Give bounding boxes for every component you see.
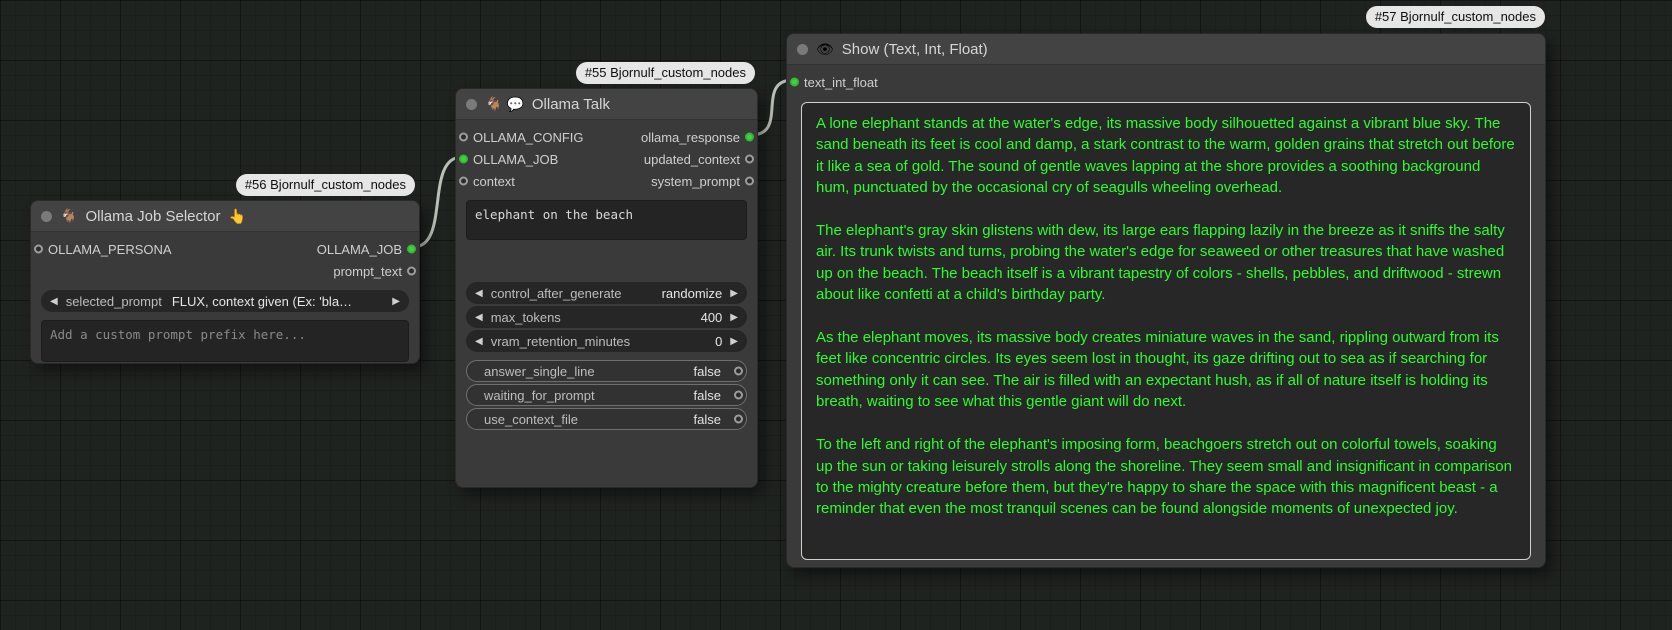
node-id-badge-55: #55 Bjornulf_custom_nodes xyxy=(576,62,755,84)
node-header[interactable]: 👁 Show (Text, Int, Float) xyxy=(787,34,1545,65)
combo-right-arrow-icon[interactable]: ▶ xyxy=(392,296,400,307)
use-context-file-toggle[interactable]: use_context_file false xyxy=(466,408,747,430)
combo-value: 400 xyxy=(701,310,723,325)
input-port-ollama-job[interactable] xyxy=(459,155,468,164)
output-label-prompt-text: prompt_text xyxy=(333,264,402,279)
node-ollama-talk[interactable]: 🐐 💬 Ollama Talk OLLAMA_CONFIG ollama_res… xyxy=(455,88,758,488)
toggle-label: use_context_file xyxy=(484,412,578,427)
combo-value: randomize xyxy=(662,286,723,301)
node-ollama-job-selector[interactable]: 🐐 Ollama Job Selector 👆 OLLAMA_PERSONA O… xyxy=(30,200,420,364)
toggle-value: false xyxy=(694,388,721,403)
output-port-prompt-text[interactable] xyxy=(407,267,416,276)
eye-icon: 👁 xyxy=(816,42,834,56)
combo-label: vram_retention_minutes xyxy=(491,334,630,349)
combo-left-arrow-icon[interactable]: ◀ xyxy=(475,288,483,299)
node-graph-canvas[interactable]: #56 Bjornulf_custom_nodes #55 Bjornulf_c… xyxy=(0,0,1672,630)
toggle-value: false xyxy=(694,412,721,427)
control-after-generate-combo[interactable]: ◀ control_after_generate randomize ▶ xyxy=(466,282,747,304)
node-id-badge-56: #56 Bjornulf_custom_nodes xyxy=(236,174,415,196)
input-port-context[interactable] xyxy=(459,177,468,186)
input-label-context: context xyxy=(473,174,515,189)
input-label-ollama-persona: OLLAMA_PERSONA xyxy=(48,242,172,257)
collapse-dot-icon[interactable] xyxy=(41,211,52,222)
node-empty-space xyxy=(456,240,757,280)
widget-input-dot-icon[interactable] xyxy=(734,391,743,400)
show-text-output[interactable]: A lone elephant stands at the water's ed… xyxy=(801,102,1531,560)
waiting-for-prompt-toggle[interactable]: waiting_for_prompt false xyxy=(466,384,747,406)
max-tokens-stepper[interactable]: ◀ max_tokens 400 ▶ xyxy=(466,306,747,328)
combo-right-arrow-icon[interactable]: ▶ xyxy=(730,336,738,347)
node-title: Ollama Job Selector xyxy=(85,208,220,225)
node-title: Ollama Talk xyxy=(532,96,610,113)
port-list: OLLAMA_CONFIG ollama_response OLLAMA_JOB… xyxy=(456,126,757,192)
widget-input-dot-icon[interactable] xyxy=(734,367,743,376)
node-header[interactable]: 🐐 Ollama Job Selector 👆 xyxy=(31,201,419,232)
port-list: text_int_float xyxy=(787,71,1545,93)
combo-value: FLUX, context given (Ex: 'bla… xyxy=(172,294,384,309)
node-show-text-int-float[interactable]: 👁 Show (Text, Int, Float) text_int_float… xyxy=(786,33,1546,568)
speech-balloon-icon: 💬 xyxy=(506,97,523,111)
input-label-ollama-config: OLLAMA_CONFIG xyxy=(473,130,584,145)
port-row: context system_prompt xyxy=(456,170,757,192)
input-port-text-int-float[interactable] xyxy=(790,78,799,87)
combo-value: 0 xyxy=(715,334,722,349)
node-title: Show (Text, Int, Float) xyxy=(842,41,988,58)
port-row: prompt_text xyxy=(31,260,419,282)
combo-left-arrow-icon[interactable]: ◀ xyxy=(475,336,483,347)
prompt-textarea[interactable]: elephant on the beach xyxy=(466,200,747,240)
collapse-dot-icon[interactable] xyxy=(797,44,808,55)
combo-label: selected_prompt xyxy=(66,294,162,309)
toggle-value: false xyxy=(694,364,721,379)
input-label-ollama-job: OLLAMA_JOB xyxy=(473,152,558,167)
output-label-updated-context: updated_context xyxy=(644,152,740,167)
output-label-system-prompt: system_prompt xyxy=(651,174,740,189)
output-label-ollama-response: ollama_response xyxy=(641,130,740,145)
goat-icon: 🐐 xyxy=(485,97,502,111)
goat-icon: 🐐 xyxy=(60,209,77,223)
combo-left-arrow-icon[interactable]: ◀ xyxy=(50,296,58,307)
toggle-label: answer_single_line xyxy=(484,364,595,379)
combo-right-arrow-icon[interactable]: ▶ xyxy=(730,288,738,299)
widget-gap xyxy=(456,354,757,358)
combo-right-arrow-icon[interactable]: ▶ xyxy=(730,312,738,323)
input-label-text-int-float: text_int_float xyxy=(804,75,878,90)
pointing-up-icon: 👆 xyxy=(229,209,246,223)
vram-retention-minutes-stepper[interactable]: ◀ vram_retention_minutes 0 ▶ xyxy=(466,330,747,352)
input-port-ollama-config[interactable] xyxy=(459,133,468,142)
port-row: OLLAMA_JOB updated_context xyxy=(456,148,757,170)
input-port-ollama-persona[interactable] xyxy=(34,245,43,254)
node-id-badge-57: #57 Bjornulf_custom_nodes xyxy=(1366,6,1545,28)
combo-left-arrow-icon[interactable]: ◀ xyxy=(475,312,483,323)
selected-prompt-combo[interactable]: ◀ selected_prompt FLUX, context given (E… xyxy=(41,290,409,312)
toggle-label: waiting_for_prompt xyxy=(484,388,595,403)
output-port-ollama-response[interactable] xyxy=(745,133,754,142)
widget-input-dot-icon[interactable] xyxy=(734,415,743,424)
answer-single-line-toggle[interactable]: answer_single_line false xyxy=(466,360,747,382)
port-row: OLLAMA_CONFIG ollama_response xyxy=(456,126,757,148)
output-label-ollama-job: OLLAMA_JOB xyxy=(317,242,402,257)
output-port-updated-context[interactable] xyxy=(745,155,754,164)
combo-label: max_tokens xyxy=(491,310,561,325)
prompt-prefix-textarea[interactable] xyxy=(41,320,409,362)
port-row: OLLAMA_PERSONA OLLAMA_JOB xyxy=(31,238,419,260)
combo-label: control_after_generate xyxy=(491,286,622,301)
node-header[interactable]: 🐐 💬 Ollama Talk xyxy=(456,89,757,120)
collapse-dot-icon[interactable] xyxy=(466,99,477,110)
output-port-system-prompt[interactable] xyxy=(745,177,754,186)
port-row: text_int_float xyxy=(787,71,1545,93)
output-port-ollama-job[interactable] xyxy=(407,245,416,254)
port-list: OLLAMA_PERSONA OLLAMA_JOB prompt_text xyxy=(31,238,419,282)
